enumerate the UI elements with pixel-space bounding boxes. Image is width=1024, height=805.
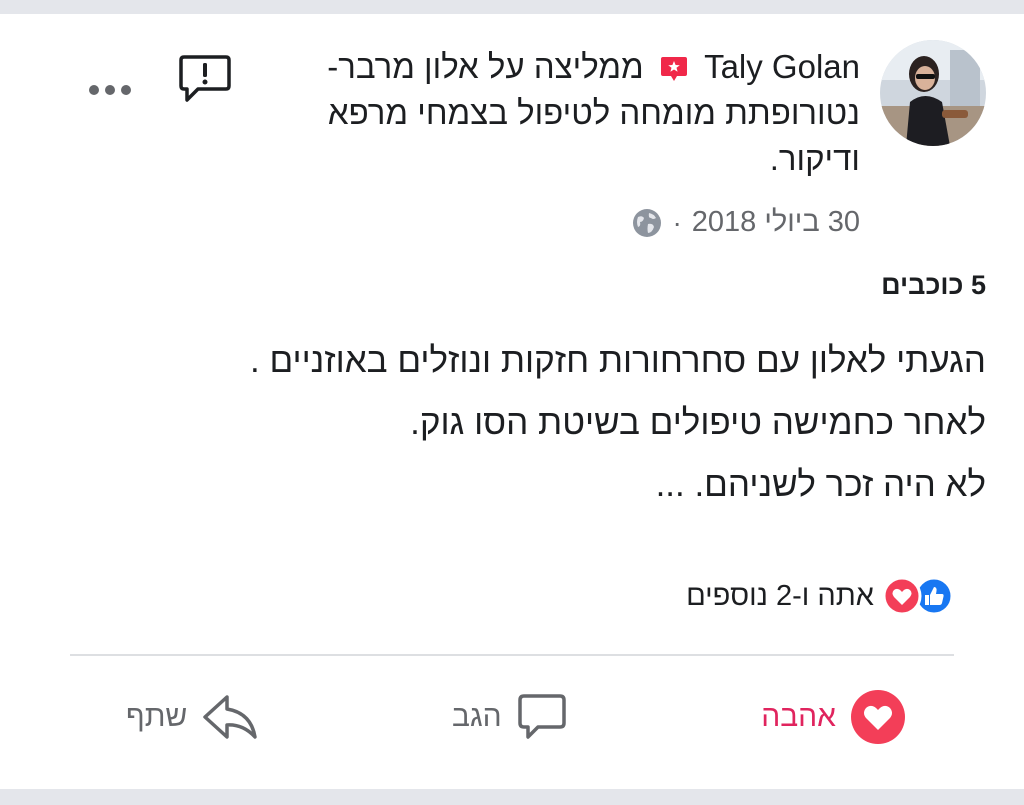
review-post: Taly Golan ממליצה על אלון מרבר- נטורופתת…	[0, 14, 1024, 789]
post-meta: 30 ביולי 2018 ·	[632, 206, 860, 239]
post-header: Taly Golan ממליצה על אלון מרבר- נטורופתת…	[260, 44, 860, 182]
report-icon[interactable]	[178, 54, 232, 104]
love-reaction-icon	[882, 576, 922, 616]
love-action-label: אהבה	[761, 700, 836, 733]
recommend-badge-icon	[659, 50, 689, 82]
share-icon	[203, 695, 258, 739]
bottom-separator-band	[0, 789, 1024, 805]
reactions-summary[interactable]: אתה ו-2 נוספים	[686, 576, 954, 616]
avatar[interactable]	[880, 40, 986, 146]
review-line: לא היה זכר לשניהם. ...	[655, 465, 986, 504]
reaction-icons	[882, 576, 954, 616]
review-line: הגעתי לאלון עם סחרחורות חזקות ונוזלים בא…	[250, 341, 986, 380]
love-action-icon	[851, 690, 905, 744]
comment-action-label: הגב	[452, 700, 502, 733]
rating-text: 5 כוכבים	[881, 270, 986, 300]
globe-icon	[633, 208, 662, 237]
love-action-button[interactable]: אהבה	[761, 688, 906, 746]
reactions-text: אתה ו-2 נוספים	[686, 579, 874, 612]
author-name[interactable]: Taly Golan	[704, 48, 860, 85]
divider	[70, 654, 954, 656]
share-action-label: שתף	[126, 700, 188, 733]
meta-separator: ·	[672, 206, 682, 238]
share-action-button[interactable]: שתף	[126, 688, 259, 746]
comment-action-button[interactable]: הגב	[452, 688, 568, 746]
more-icon[interactable]	[86, 78, 134, 102]
top-separator-band	[0, 0, 1024, 14]
review-body: הגעתי לאלון עם סחרחורות חזקות ונוזלים בא…	[86, 330, 986, 516]
comment-icon	[517, 694, 566, 739]
review-line: לאחר כחמישה טיפולים בשיטת הסו גוק.	[410, 403, 986, 442]
post-date[interactable]: 30 ביולי 2018	[692, 206, 860, 239]
